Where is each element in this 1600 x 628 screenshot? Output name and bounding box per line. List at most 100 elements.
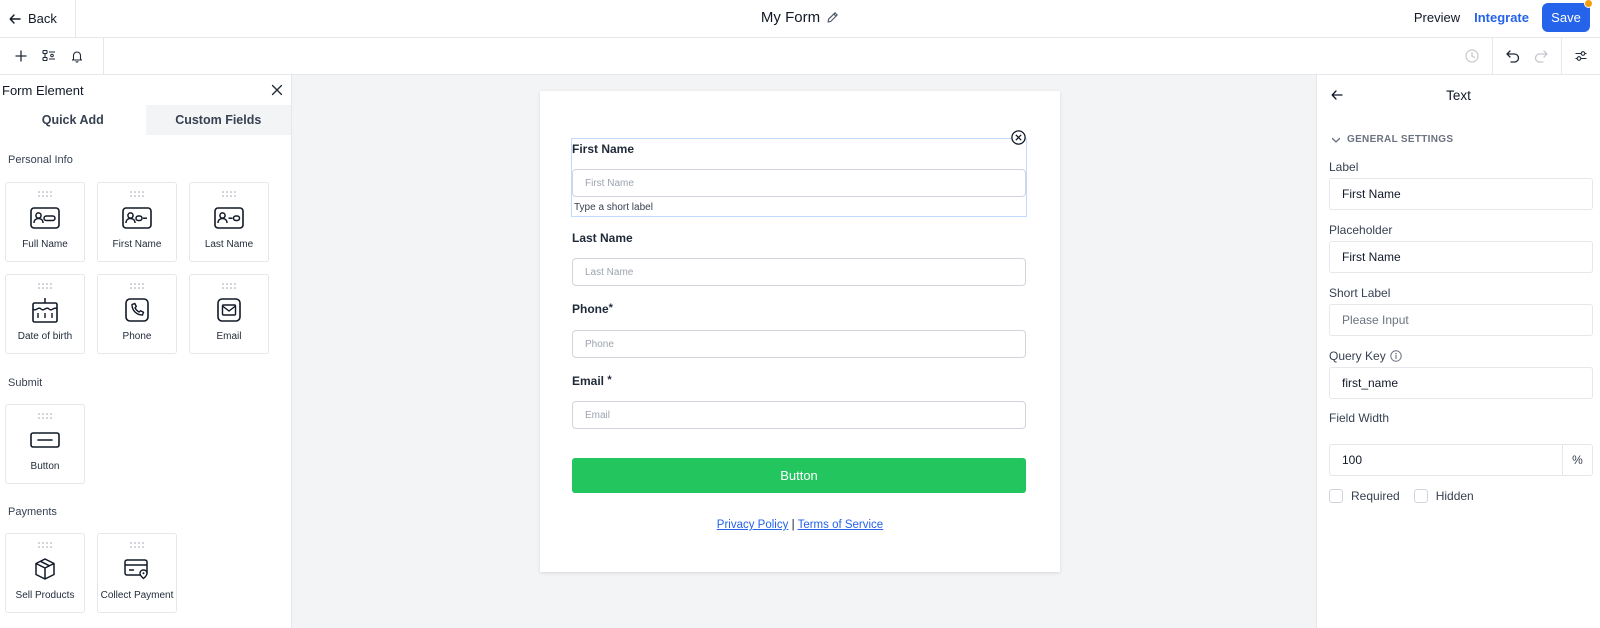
integrate-button[interactable]: Integrate [1467,10,1536,25]
id-card-icon [30,207,60,229]
phone-icon [125,298,149,322]
element-card-date-of-birth[interactable]: Date of birth [5,274,85,354]
remove-field-icon[interactable] [1011,130,1026,145]
close-icon[interactable] [271,84,283,96]
field-width-input[interactable]: 100 [1330,445,1562,475]
email-input[interactable]: Email [572,401,1026,429]
phone-input[interactable]: Phone [572,330,1026,358]
drag-handle-icon [38,191,52,197]
drag-handle-icon [38,413,52,419]
tab-custom-fields[interactable]: Custom Fields [146,105,292,135]
tab-quick-add[interactable]: Quick Add [0,105,146,135]
short-label-input[interactable]: Please Input [1329,304,1593,336]
save-label: Save [1551,10,1581,25]
undo-redo-group [1492,38,1561,74]
personal-info-row-2: Date of birth Phone Email [5,274,269,354]
form-preview: First Name First Name Type a short label… [540,91,1060,572]
card-payment-icon [124,559,148,580]
notification-dot [1584,0,1593,8]
field-label-email: Email * [572,374,612,388]
general-settings-title: GENERAL SETTINGS [1347,134,1454,145]
label-setting-title: Label [1329,160,1359,174]
last-name-input[interactable]: Last Name [572,258,1026,286]
query-key-setting-title: Query Key [1329,349,1402,363]
field-width-unit: % [1562,445,1592,475]
checkbox-box[interactable] [1413,489,1428,503]
box-icon [35,558,55,580]
query-key-title-text: Query Key [1329,349,1386,363]
drag-handle-icon [222,191,236,197]
element-card-last-name[interactable]: Last Name [189,182,269,262]
panel-tabs: Quick Add Custom Fields [0,105,291,135]
hidden-label: Hidden [1435,489,1474,503]
pencil-icon[interactable] [826,11,839,24]
element-card-email[interactable]: Email [189,274,269,354]
card-label: Last Name [204,239,254,250]
info-icon[interactable] [1390,350,1402,362]
layers-settings-icon[interactable] [41,48,57,64]
toolbar-right [1452,38,1600,74]
settings-group [1561,38,1600,74]
form-title-text: My Form [760,9,821,26]
element-card-button[interactable]: Button [5,404,85,484]
required-label: Required [1351,489,1400,503]
sliders-icon[interactable] [1574,49,1588,63]
card-label: First Name [112,239,162,250]
section-title-submit: Submit [8,377,43,389]
element-card-first-name[interactable]: First Name [97,182,177,262]
id-card-icon [122,207,152,229]
card-label: Sell Products [15,590,75,601]
panel-title: Form Element [2,82,84,98]
form-element-panel: Form Element Quick Add Custom Fields Per… [0,75,292,628]
required-mark: * [607,374,612,386]
field-label-last-name: Last Name [572,231,633,245]
toolbar-left [0,38,104,74]
plus-icon[interactable] [14,49,28,63]
terms-of-service-link[interactable]: Terms of Service [798,519,884,531]
first-name-input[interactable]: First Name [572,169,1026,197]
field-settings-panel: Text GENERAL SETTINGS Label First Name P… [1316,75,1600,628]
save-button[interactable]: Save [1542,0,1593,32]
top-bar: Back My Form Preview Integrate Save [0,0,1600,38]
privacy-policy-link[interactable]: Privacy Policy [717,519,789,531]
drag-handle-icon [130,191,144,197]
card-label: Full Name [22,239,68,250]
redo-icon[interactable] [1533,48,1549,64]
id-card-icon [214,207,244,229]
settings-title: Text [1446,88,1471,103]
hidden-checkbox[interactable]: Hidden [1413,489,1474,503]
preview-button[interactable]: Preview [1407,10,1467,25]
field-width-setting-title: Field Width [1329,411,1390,425]
phone-label-text: Phone [572,302,609,316]
section-title-payments: Payments [8,506,57,518]
undo-icon[interactable] [1505,48,1521,64]
field-width-input-group: 100 % [1329,444,1593,476]
element-card-sell-products[interactable]: Sell Products [5,533,85,613]
bell-icon[interactable] [70,49,84,63]
form-title[interactable]: My Form [0,9,1600,26]
element-card-collect-payment[interactable]: Collect Payment [97,533,177,613]
history-icon[interactable] [1464,48,1480,64]
query-key-input[interactable]: first_name [1329,367,1593,399]
required-mark: * [608,302,613,314]
card-label: Email [216,331,242,342]
drag-handle-icon [38,283,52,289]
general-settings-toggle[interactable]: GENERAL SETTINGS [1331,134,1453,145]
submit-button[interactable]: Button [572,458,1026,493]
element-card-phone[interactable]: Phone [97,274,177,354]
element-card-full-name[interactable]: Full Name [5,182,85,262]
card-label: Date of birth [17,331,73,342]
placeholder-setting-title: Placeholder [1329,223,1393,237]
checkbox-box[interactable] [1329,489,1343,503]
chevron-down-icon [1331,137,1341,143]
drag-handle-icon [222,283,236,289]
payments-row: Sell Products Collect Payment [5,533,177,613]
required-checkbox[interactable]: Required [1329,489,1400,503]
label-input[interactable]: First Name [1329,178,1593,210]
policy-links: Privacy Policy | Terms of Service [540,519,1060,531]
header-actions: Preview Integrate Save [1407,0,1593,32]
field-flags: Required Hidden [1329,489,1474,503]
field-label-first-name: First Name [572,142,635,156]
drag-handle-icon [130,283,144,289]
placeholder-input[interactable]: First Name [1329,241,1593,273]
